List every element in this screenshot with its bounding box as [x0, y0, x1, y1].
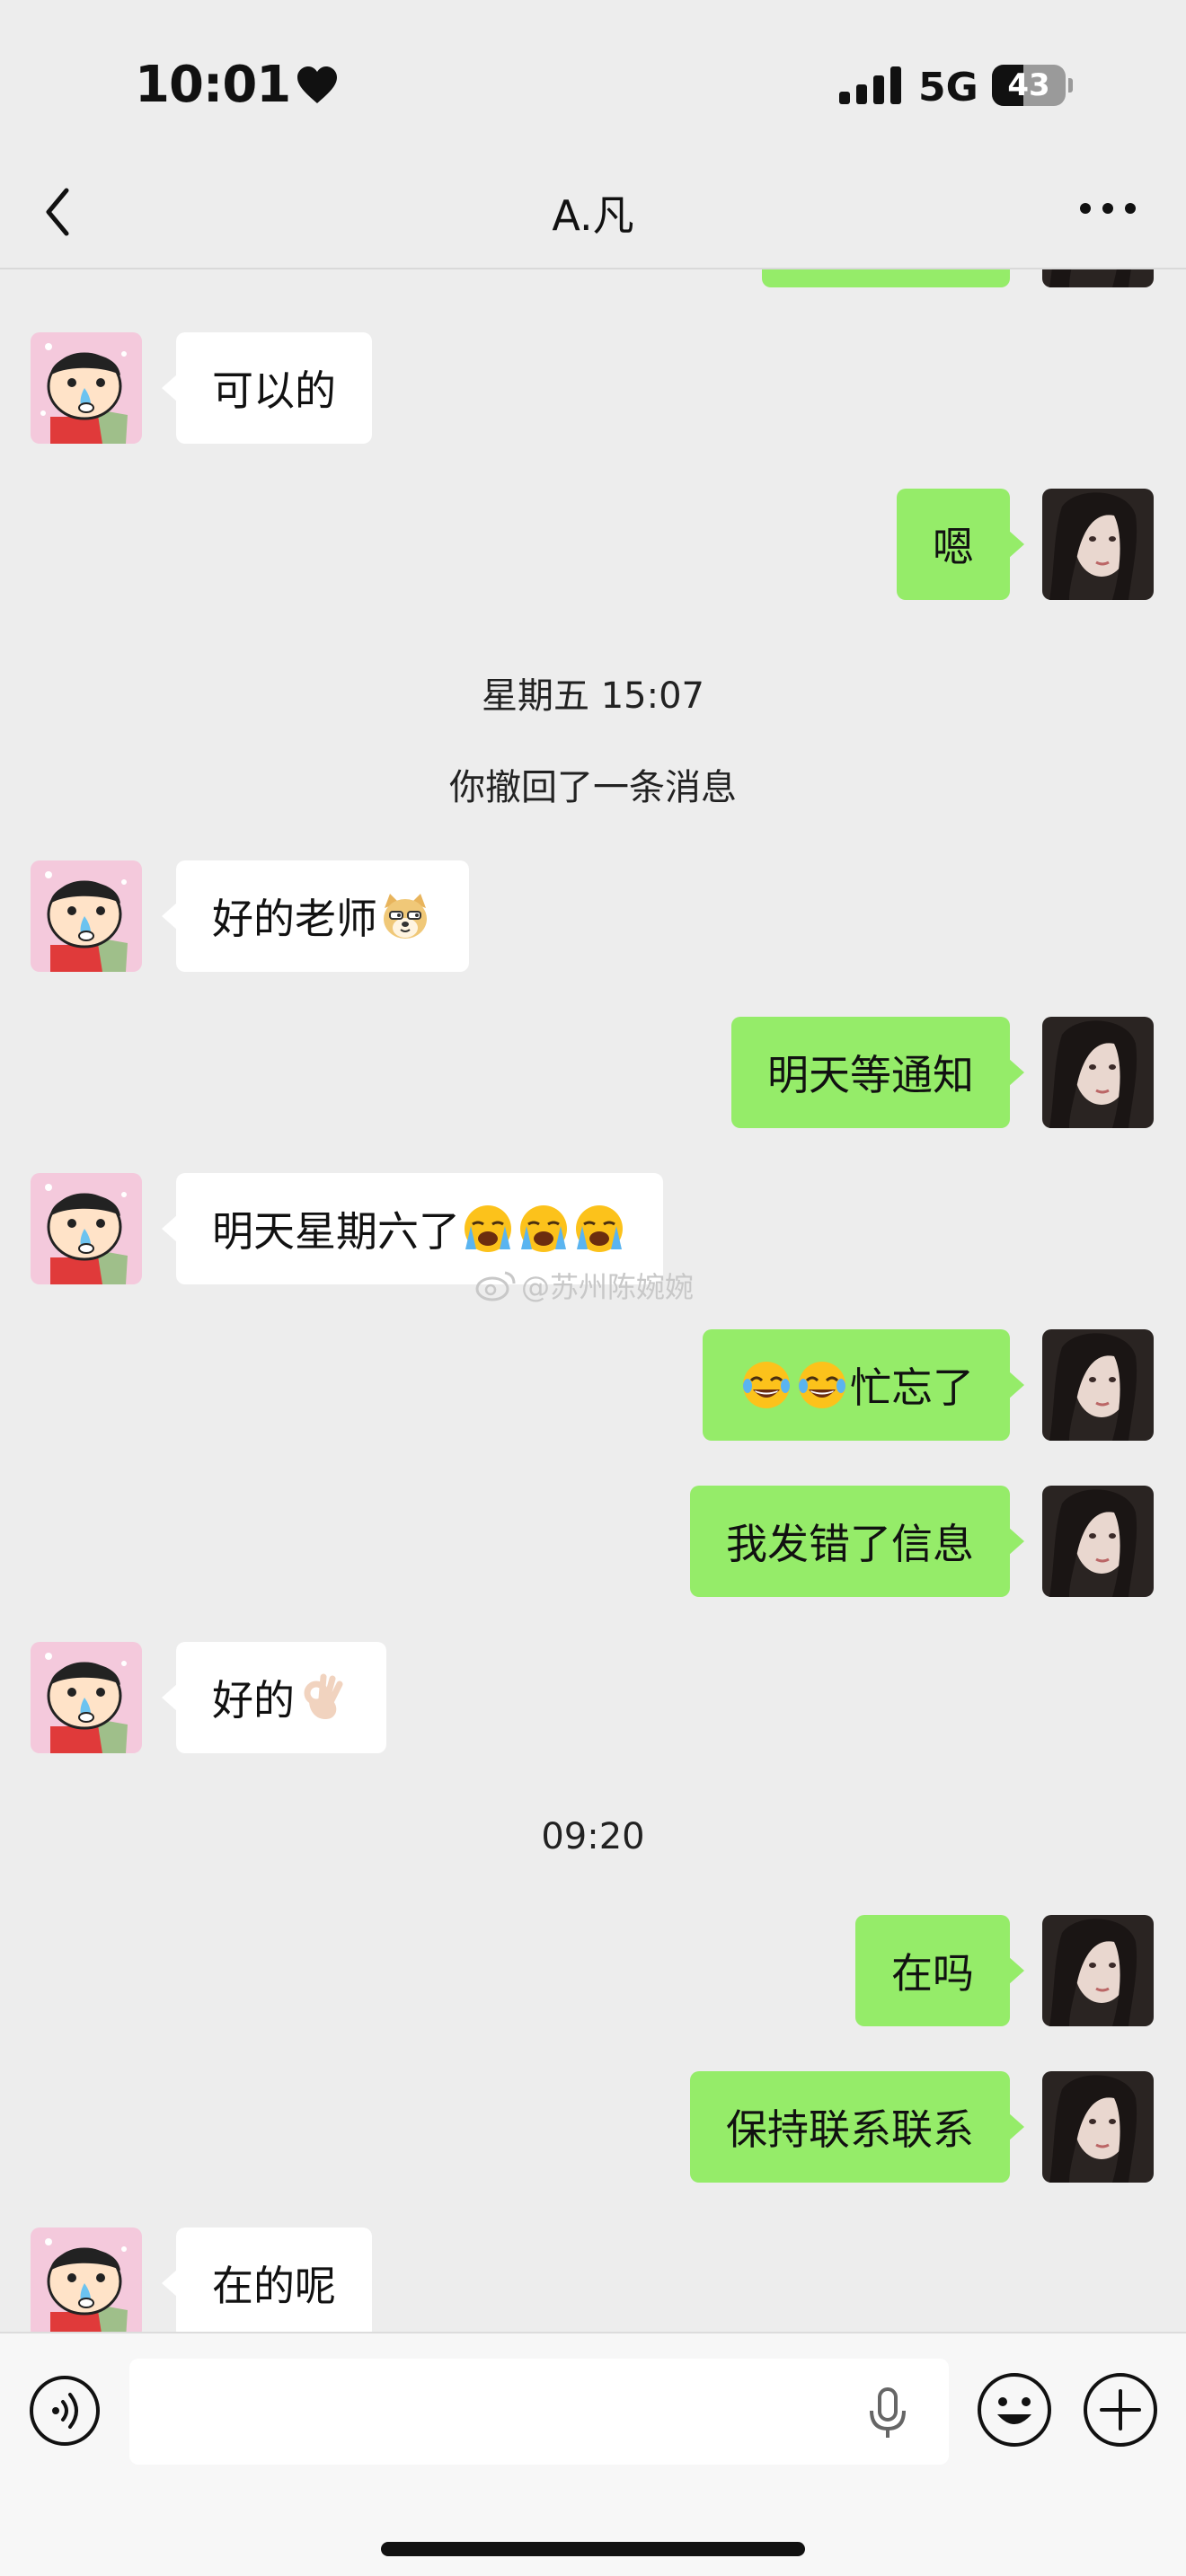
- my-avatar[interactable]: [1042, 1915, 1154, 2026]
- my-avatar[interactable]: [1042, 489, 1154, 600]
- message-bubble-outgoing[interactable]: 明天等通知: [731, 1017, 1024, 1128]
- message-bubble-incoming[interactable]: 好的老师: [162, 860, 469, 972]
- message-text: 保持联系联系: [726, 2105, 974, 2154]
- tears-of-joy-emoji-icon: [799, 1362, 845, 1408]
- contact-avatar[interactable]: [31, 2228, 142, 2332]
- loudly-crying-emoji-icon: [520, 1205, 567, 1252]
- timestamp-divider: 09:20: [541, 1816, 645, 1857]
- message-bubble-incoming[interactable]: 可以的: [162, 332, 372, 444]
- contact-avatar[interactable]: [31, 1173, 142, 1284]
- my-avatar[interactable]: [1042, 1329, 1154, 1441]
- message-text: 好的老师: [212, 895, 377, 943]
- status-time: 10:01: [135, 56, 339, 114]
- message-text: 在吗: [891, 1949, 974, 1998]
- message-row-outgoing: 忙忘了: [0, 1329, 1186, 1441]
- message-bubble-outgoing[interactable]: 保持联系联系: [690, 2071, 1024, 2183]
- weibo-icon: [475, 1271, 516, 1301]
- plus-icon[interactable]: [1082, 2371, 1159, 2448]
- message-row-incoming: 好的老师: [0, 860, 1186, 972]
- message-row-outgoing: 保持联系联系: [0, 2071, 1186, 2183]
- message-text: 好的: [212, 1676, 295, 1725]
- message-input[interactable]: [129, 2359, 949, 2465]
- chat-message-list[interactable]: 可以的 嗯 星期五 15:07 你撤回了一条消息 好的老师 明天等通知 明天星期…: [0, 269, 1186, 2332]
- weibo-watermark: @苏州陈婉婉: [474, 1265, 694, 1306]
- watermark-text: @苏州陈婉婉: [521, 1270, 695, 1304]
- contact-avatar[interactable]: [31, 1642, 142, 1753]
- message-bubble-outgoing[interactable]: 在吗: [855, 1915, 1024, 2026]
- chat-title: A.凡: [552, 191, 634, 240]
- message-text: 嗯: [933, 523, 974, 571]
- loudly-crying-emoji-icon: [465, 1205, 511, 1252]
- my-avatar[interactable]: [1042, 269, 1154, 287]
- message-text: 明天等通知: [767, 1051, 974, 1099]
- message-bubble-outgoing[interactable]: 我发错了信息: [690, 1486, 1024, 1597]
- message-bubble-outgoing[interactable]: 忙忘了: [703, 1329, 1024, 1441]
- message-text: 忙忘了: [850, 1363, 974, 1412]
- contact-avatar[interactable]: [31, 332, 142, 444]
- message-row-incoming: 在的呢: [0, 2228, 1186, 2332]
- message-row-incoming: 可以的: [0, 332, 1186, 444]
- battery-level: 43: [1007, 67, 1050, 103]
- input-toolbar: [0, 2332, 1186, 2576]
- message-row-outgoing: 我发错了信息: [0, 1486, 1186, 1597]
- recall-notice: 你撤回了一条消息: [449, 767, 737, 808]
- loudly-crying-emoji-icon: [576, 1205, 623, 1252]
- heart-icon: [297, 66, 338, 103]
- battery-icon: 43: [992, 65, 1073, 106]
- message-row-outgoing: 明天等通知: [0, 1017, 1186, 1128]
- tears-of-joy-emoji-icon: [743, 1362, 790, 1408]
- timestamp-divider: 星期五 15:07: [482, 675, 704, 717]
- message-bubble-incoming[interactable]: 好的: [162, 1642, 386, 1753]
- contact-avatar[interactable]: [31, 860, 142, 972]
- message-text: 在的呢: [212, 2262, 336, 2310]
- my-avatar[interactable]: [1042, 2071, 1154, 2183]
- voice-mode-icon[interactable]: [29, 2375, 101, 2447]
- message-text: 我发错了信息: [726, 1520, 974, 1568]
- message-text: 可以的: [212, 366, 336, 415]
- message-row-incoming: 好的: [0, 1642, 1186, 1753]
- more-dots-icon[interactable]: [1078, 198, 1137, 219]
- chat-header: A.凡: [0, 171, 1186, 269]
- message-text: 明天星期六了: [212, 1207, 460, 1256]
- mic-icon[interactable]: [868, 2387, 907, 2439]
- my-avatar[interactable]: [1042, 1486, 1154, 1597]
- network-type: 5G: [918, 65, 978, 110]
- message-row-outgoing: 嗯: [0, 489, 1186, 600]
- ok-hand-emoji-icon: [304, 1673, 343, 1720]
- message-row-outgoing: 在吗: [0, 1915, 1186, 2026]
- status-time-text: 10:01: [135, 56, 291, 114]
- message-bubble-incoming[interactable]: 在的呢: [162, 2228, 372, 2332]
- status-bar: 10:01 5G 43: [0, 0, 1186, 171]
- home-indicator: [381, 2542, 805, 2556]
- message-bubble-outgoing[interactable]: [762, 269, 1010, 287]
- cellular-signal-icon: [839, 66, 901, 104]
- doge-emoji-icon: [384, 894, 427, 939]
- message-bubble-outgoing[interactable]: 嗯: [897, 489, 1024, 600]
- emoji-icon[interactable]: [976, 2371, 1053, 2448]
- my-avatar[interactable]: [1042, 1017, 1154, 1128]
- message-row-outgoing: [0, 269, 1186, 287]
